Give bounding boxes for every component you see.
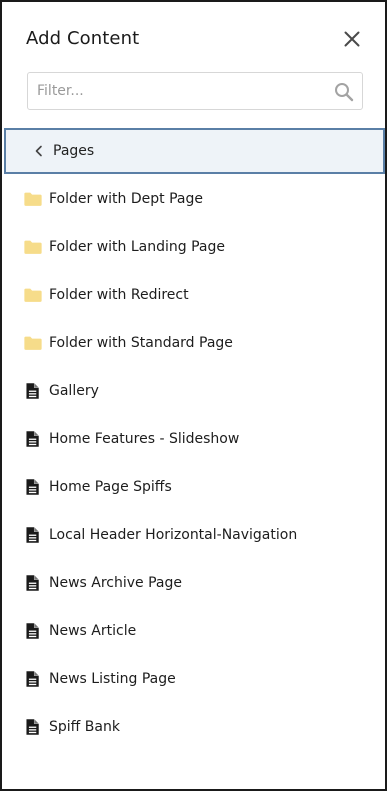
list-item-label: Gallery bbox=[49, 383, 99, 399]
document-icon bbox=[22, 380, 44, 402]
chevron-left-icon bbox=[35, 145, 42, 157]
list-item-folder[interactable]: Folder with Standard Page bbox=[2, 319, 385, 367]
close-button[interactable] bbox=[339, 26, 365, 52]
list-item-label: Local Header Horizontal-Navigation bbox=[49, 527, 298, 543]
filter-field bbox=[27, 72, 363, 110]
list-item-page[interactable]: News Archive Page bbox=[2, 559, 385, 607]
list-item-page[interactable]: Home Page Spiffs bbox=[2, 463, 385, 511]
folder-icon bbox=[22, 332, 44, 354]
filter-input[interactable] bbox=[28, 73, 328, 109]
list-item-page[interactable]: Gallery bbox=[2, 367, 385, 415]
list-item-label: News Archive Page bbox=[49, 575, 183, 591]
list-item-folder[interactable]: Folder with Landing Page bbox=[2, 223, 385, 271]
document-icon bbox=[22, 572, 44, 594]
panel-title: Add Content bbox=[26, 28, 140, 49]
folder-icon bbox=[22, 236, 44, 258]
panel-header: Add Content bbox=[26, 26, 361, 52]
list-item-label: Folder with Dept Page bbox=[49, 191, 203, 207]
document-icon bbox=[22, 476, 44, 498]
list-item-label: Folder with Redirect bbox=[49, 287, 189, 303]
list-item-folder[interactable]: Folder with Redirect bbox=[2, 271, 385, 319]
folder-icon bbox=[22, 188, 44, 210]
folder-icon bbox=[22, 284, 44, 306]
close-icon bbox=[344, 31, 360, 47]
list-item-page[interactable]: News Listing Page bbox=[2, 655, 385, 703]
document-icon bbox=[22, 716, 44, 738]
list-item-label: News Article bbox=[49, 623, 137, 639]
document-icon bbox=[22, 620, 44, 642]
list-item-label: Home Page Spiffs bbox=[49, 479, 172, 495]
list-item-label: Home Features - Slideshow bbox=[49, 431, 240, 447]
breadcrumb-label: Pages bbox=[53, 143, 95, 159]
list-item-page[interactable]: Local Header Horizontal-Navigation bbox=[2, 511, 385, 559]
list-item-label: News Listing Page bbox=[49, 671, 176, 687]
document-icon bbox=[22, 428, 44, 450]
add-content-panel: Add Content Pages Folder with Dept PageF… bbox=[0, 0, 387, 791]
document-icon bbox=[22, 524, 44, 546]
search-icon[interactable] bbox=[334, 82, 354, 102]
list-item-folder[interactable]: Folder with Dept Page bbox=[2, 175, 385, 223]
list-item-label: Folder with Standard Page bbox=[49, 335, 233, 351]
document-icon bbox=[22, 668, 44, 690]
list-item-page[interactable]: News Article bbox=[2, 607, 385, 655]
list-item-page[interactable]: Spiff Bank bbox=[2, 703, 385, 751]
list-item-page[interactable]: Home Features - Slideshow bbox=[2, 415, 385, 463]
breadcrumb-back-pages[interactable]: Pages bbox=[4, 128, 385, 174]
list-item-label: Spiff Bank bbox=[49, 719, 120, 735]
content-list: Folder with Dept Page Folder with Landing… bbox=[2, 175, 385, 751]
list-item-label: Folder with Landing Page bbox=[49, 239, 225, 255]
